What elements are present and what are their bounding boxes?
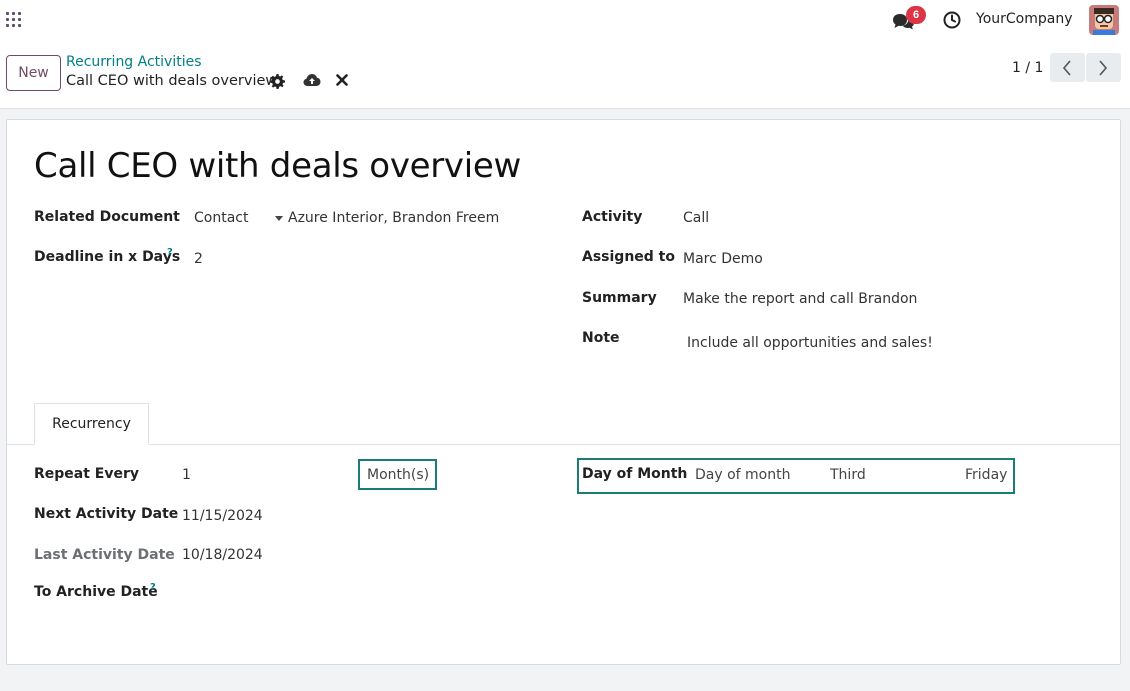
breadcrumb-current-record: Call CEO with deals overview [66,73,278,89]
notification-badge: 6 [906,6,926,24]
deadline-label: Deadline in x Days [34,249,181,265]
summary-label: Summary [582,290,657,306]
repeat-every-field[interactable]: 1 [182,467,191,483]
repeat-unit-select[interactable]: Month(s) [367,467,429,483]
chevron-left-icon [1062,60,1071,76]
related-model-select[interactable]: Contact [194,210,248,226]
record-title-field[interactable]: Call CEO with deals overview [34,146,521,186]
next-activity-date-label: Next Activity Date [34,506,179,522]
breadcrumb-parent-link[interactable]: Recurring Activities [66,54,202,70]
control-panel: New Recurring Activities Call CEO with d… [0,40,1130,109]
activity-clock-icon[interactable] [942,10,962,30]
gear-icon[interactable] [270,74,285,89]
pager-value[interactable]: 1 / 1 [1012,60,1043,76]
pager-next-button[interactable] [1086,53,1121,82]
deadline-help-icon[interactable]: ? [167,247,173,258]
top-navbar: 6 YourCompany [0,0,1130,40]
summary-field[interactable]: Make the report and call Brandon [683,291,917,307]
discard-close-icon[interactable] [336,74,348,86]
dropdown-caret-icon[interactable] [275,216,283,221]
related-record-field[interactable]: Azure Interior, Brandon Freem [288,210,499,226]
save-cloud-icon[interactable] [303,72,321,88]
week-ordinal-select[interactable]: Third [830,467,866,483]
activity-label: Activity [582,209,643,225]
app-menu-icon[interactable] [6,12,22,28]
company-switcher[interactable]: YourCompany [976,11,1073,27]
notebook-divider [7,444,1120,445]
last-activity-date-field: 10/18/2024 [182,547,263,563]
new-button[interactable]: New [6,55,61,91]
deadline-field[interactable]: 2 [194,251,203,267]
assigned-to-label: Assigned to [582,249,675,265]
note-label: Note [582,330,620,346]
related-document-label: Related Document [34,209,180,225]
form-sheet: Call CEO with deals overview Related Doc… [6,119,1121,665]
tab-recurrency[interactable]: Recurrency [34,403,149,445]
user-avatar[interactable] [1089,5,1119,35]
chevron-right-icon [1099,60,1108,76]
day-of-month-label: Day of Month [582,466,688,482]
last-activity-date-label: Last Activity Date [34,547,175,563]
pager-previous-button[interactable] [1050,53,1085,82]
activity-field[interactable]: Call [683,210,709,226]
note-field[interactable]: Include all opportunities and sales! [687,335,933,351]
to-archive-date-label: To Archive Date [34,584,158,600]
next-activity-date-field[interactable]: 11/15/2024 [182,508,263,524]
weekday-select[interactable]: Friday [965,467,1007,483]
archive-help-icon[interactable]: ? [150,582,156,593]
assigned-to-field[interactable]: Marc Demo [683,251,763,267]
day-of-month-mode-select[interactable]: Day of month [695,467,790,483]
repeat-every-label: Repeat Every [34,466,140,482]
